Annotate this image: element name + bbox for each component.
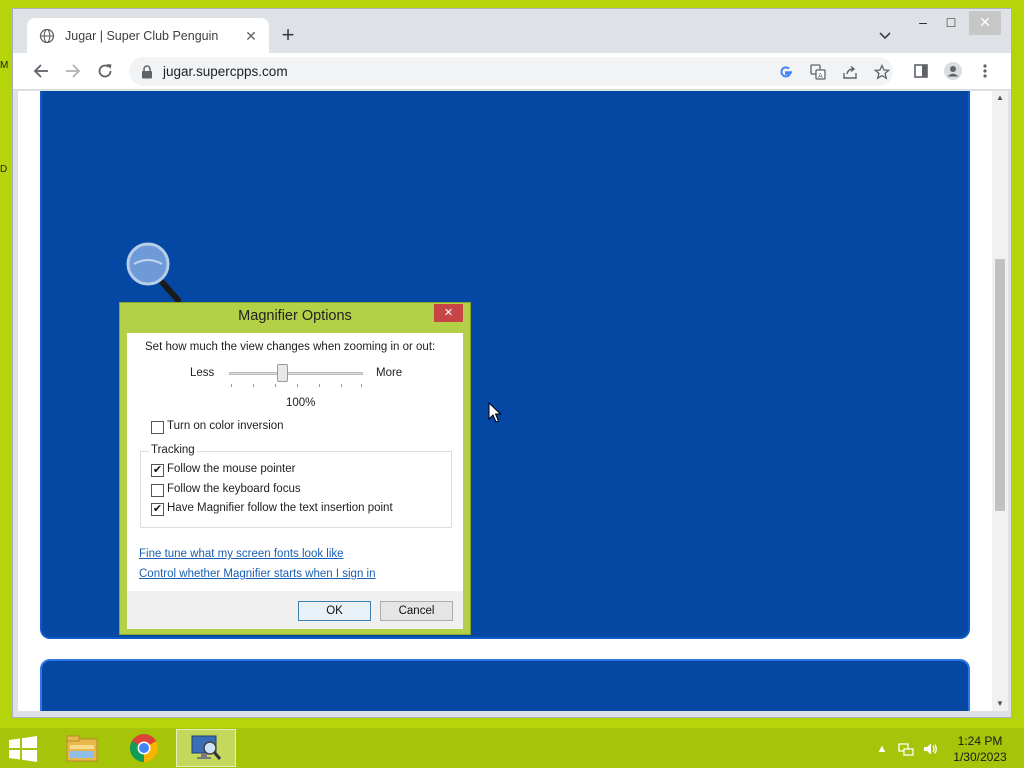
- desktop-edge-label-top: M: [0, 60, 9, 71]
- zoom-prompt: Set how much the view changes when zoomi…: [145, 341, 436, 353]
- side-panel-button[interactable]: [909, 59, 933, 83]
- tab-active[interactable]: Jugar | Super Club Penguin ✕: [27, 18, 269, 54]
- close-window-button[interactable]: ✕: [969, 11, 1001, 35]
- globe-icon: [39, 28, 55, 44]
- show-hidden-icons-icon[interactable]: ▲: [874, 741, 890, 757]
- star-icon[interactable]: [873, 63, 891, 81]
- share-icon[interactable]: [841, 63, 859, 81]
- magnifier-lens-icon[interactable]: [126, 242, 186, 306]
- follow-mouse-checkbox[interactable]: ✔: [151, 464, 164, 477]
- slider-tick: [341, 384, 342, 387]
- dialog-body: Set how much the view changes when zoomi…: [127, 333, 463, 629]
- follow-text-checkbox[interactable]: ✔: [151, 503, 164, 516]
- page-scrollbar[interactable]: ▲ ▼: [992, 91, 1008, 711]
- color-inversion-label[interactable]: Turn on color inversion: [167, 420, 284, 432]
- google-icon[interactable]: [777, 63, 795, 81]
- minimize-button[interactable]: –: [911, 11, 935, 35]
- side-panel-icon: [914, 64, 928, 78]
- taskbar-chrome[interactable]: [114, 729, 174, 767]
- folder-icon: [66, 735, 98, 762]
- forward-button[interactable]: [61, 59, 85, 83]
- follow-keyboard-checkbox[interactable]: [151, 484, 164, 497]
- tab-close-icon[interactable]: ✕: [243, 28, 259, 44]
- browser-toolbar: jugar.supercpps.com A: [13, 53, 1011, 90]
- volume-icon[interactable]: [922, 741, 938, 757]
- desktop-edge-label-mid: D: [0, 164, 8, 175]
- new-tab-button[interactable]: +: [277, 24, 299, 47]
- taskbar-file-explorer[interactable]: [52, 729, 112, 767]
- follow-mouse-label[interactable]: Follow the mouse pointer: [167, 463, 295, 475]
- windows-start-icon[interactable]: [8, 736, 38, 762]
- tab-strip: Jugar | Super Club Penguin ✕ + – □ ✕: [13, 9, 1011, 54]
- magnifier-options-dialog: Magnifier Options ✕ Set how much the vie…: [119, 302, 471, 635]
- slider-tick: [231, 384, 232, 387]
- maximize-button[interactable]: □: [939, 11, 963, 35]
- slider-tick: [319, 384, 320, 387]
- reload-icon: [98, 64, 112, 78]
- zoom-slider-thumb[interactable]: [277, 364, 288, 382]
- magnifier-app-icon: [191, 735, 222, 760]
- startup-control-link[interactable]: Control whether Magnifier starts when I …: [139, 568, 376, 580]
- network-icon[interactable]: [898, 741, 914, 757]
- zoom-slider-track[interactable]: [229, 372, 363, 375]
- profile-button[interactable]: [941, 59, 965, 83]
- follow-text-label[interactable]: Have Magnifier follow the text insertion…: [167, 502, 393, 514]
- chevron-down-icon[interactable]: [877, 27, 893, 43]
- color-inversion-checkbox[interactable]: [151, 421, 164, 434]
- scroll-down-arrow[interactable]: ▼: [995, 699, 1005, 709]
- clock-date: 1/30/2023: [953, 750, 1007, 764]
- follow-keyboard-label[interactable]: Follow the keyboard focus: [167, 483, 301, 495]
- chrome-icon: [130, 734, 158, 762]
- reload-button[interactable]: [93, 59, 117, 83]
- slider-more-label: More: [376, 367, 403, 379]
- profile-icon: [944, 62, 962, 80]
- scroll-up-arrow[interactable]: ▲: [995, 93, 1005, 103]
- address-bar[interactable]: jugar.supercpps.com A: [129, 57, 893, 86]
- svg-text:A: A: [818, 72, 823, 80]
- fine-tune-fonts-link[interactable]: Fine tune what my screen fonts look like: [139, 548, 344, 560]
- arrow-right-icon: [66, 64, 81, 78]
- slider-less-label: Less: [190, 367, 215, 379]
- arrow-left-icon: [33, 64, 48, 78]
- translate-icon[interactable]: A: [809, 63, 827, 81]
- url-text: jugar.supercpps.com: [163, 64, 288, 79]
- slider-tick: [361, 384, 362, 387]
- kebab-menu-icon: [983, 64, 987, 78]
- back-button[interactable]: [29, 59, 53, 83]
- slider-tick: [297, 384, 298, 387]
- clock-time: 1:24 PM: [957, 734, 1003, 748]
- slider-tick: [253, 384, 254, 387]
- scroll-thumb[interactable]: [995, 259, 1005, 511]
- lock-icon: [142, 64, 152, 78]
- ok-button[interactable]: OK: [298, 601, 371, 621]
- slider-tick: [275, 384, 276, 387]
- cancel-button[interactable]: Cancel: [380, 601, 453, 621]
- taskbar: ▲ 1:24 PM 1/30/2023: [0, 728, 1024, 768]
- menu-button[interactable]: [973, 59, 997, 83]
- game-frame-lower: [40, 659, 970, 711]
- taskbar-magnifier[interactable]: [176, 729, 236, 767]
- tracking-group-label: Tracking: [149, 444, 197, 456]
- zoom-value: 100%: [286, 397, 316, 409]
- taskbar-clock[interactable]: 1:24 PM 1/30/2023: [950, 733, 1010, 765]
- tab-title: Jugar | Super Club Penguin: [65, 29, 219, 43]
- mouse-cursor-icon: [488, 402, 502, 423]
- dialog-close-button[interactable]: ✕: [434, 304, 463, 322]
- dialog-title: Magnifier Options: [238, 308, 352, 324]
